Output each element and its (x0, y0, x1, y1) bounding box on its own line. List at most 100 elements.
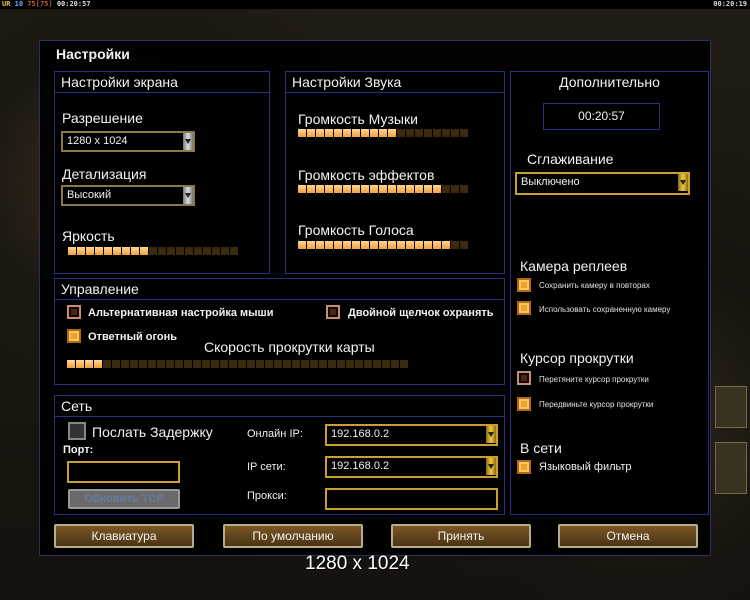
slider-segment[interactable] (400, 360, 408, 368)
slider-segment[interactable] (379, 185, 387, 193)
slider-segment[interactable] (121, 360, 129, 368)
slider-segment[interactable] (211, 360, 219, 368)
slider-segment[interactable] (139, 360, 147, 368)
slider-segment[interactable] (334, 241, 342, 249)
slider-segment[interactable] (388, 129, 396, 137)
slider-segment[interactable] (433, 185, 441, 193)
double-click-checkbox[interactable] (326, 305, 340, 319)
slider-segment[interactable] (86, 247, 94, 255)
slider-segment[interactable] (203, 247, 211, 255)
slider-segment[interactable] (325, 129, 333, 137)
slider-segment[interactable] (442, 185, 450, 193)
replay-use-checkbox[interactable] (517, 301, 531, 315)
music-volume-slider[interactable] (298, 129, 468, 137)
side-compass-icon[interactable] (715, 386, 747, 428)
slider-segment[interactable] (307, 129, 315, 137)
slider-segment[interactable] (104, 247, 112, 255)
slider-segment[interactable] (130, 360, 138, 368)
slider-segment[interactable] (112, 360, 120, 368)
slider-segment[interactable] (406, 241, 414, 249)
slider-segment[interactable] (184, 360, 192, 368)
detail-dropdown[interactable]: Высокий (61, 185, 195, 206)
alt-mouse-checkbox[interactable] (67, 305, 81, 319)
slider-segment[interactable] (373, 360, 381, 368)
slider-segment[interactable] (77, 247, 85, 255)
slider-segment[interactable] (364, 360, 372, 368)
slider-segment[interactable] (433, 129, 441, 137)
slider-segment[interactable] (415, 185, 423, 193)
keyboard-button[interactable]: Клавиатура (54, 524, 194, 548)
slider-segment[interactable] (460, 129, 468, 137)
slider-segment[interactable] (433, 241, 441, 249)
slider-segment[interactable] (298, 185, 306, 193)
slider-segment[interactable] (388, 241, 396, 249)
slider-segment[interactable] (68, 247, 76, 255)
slider-segment[interactable] (67, 360, 75, 368)
slider-segment[interactable] (388, 185, 396, 193)
slider-segment[interactable] (316, 185, 324, 193)
slider-segment[interactable] (361, 129, 369, 137)
slider-segment[interactable] (148, 360, 156, 368)
slider-segment[interactable] (352, 129, 360, 137)
slider-segment[interactable] (379, 241, 387, 249)
slider-segment[interactable] (113, 247, 121, 255)
online-ip-dropdown[interactable]: 192.168.0.2 (325, 424, 498, 446)
lan-ip-dropdown[interactable]: 192.168.0.2 (325, 456, 498, 478)
slider-segment[interactable] (256, 360, 264, 368)
slider-segment[interactable] (451, 241, 459, 249)
slider-segment[interactable] (283, 360, 291, 368)
slider-segment[interactable] (397, 185, 405, 193)
antialiasing-dropdown[interactable]: Выключено (515, 172, 690, 195)
slider-segment[interactable] (370, 185, 378, 193)
slider-segment[interactable] (131, 247, 139, 255)
slider-segment[interactable] (212, 247, 220, 255)
slider-segment[interactable] (175, 360, 183, 368)
slider-segment[interactable] (442, 129, 450, 137)
slider-segment[interactable] (325, 185, 333, 193)
slider-segment[interactable] (397, 241, 405, 249)
slider-segment[interactable] (76, 360, 84, 368)
slider-segment[interactable] (415, 129, 423, 137)
slider-segment[interactable] (328, 360, 336, 368)
port-input[interactable] (67, 461, 180, 483)
side-scroll-arrows-icon[interactable] (715, 442, 747, 494)
slider-segment[interactable] (352, 185, 360, 193)
slider-segment[interactable] (442, 241, 450, 249)
slider-segment[interactable] (346, 360, 354, 368)
slider-segment[interactable] (298, 241, 306, 249)
slider-segment[interactable] (265, 360, 273, 368)
slider-segment[interactable] (176, 247, 184, 255)
slider-segment[interactable] (382, 360, 390, 368)
slider-segment[interactable] (166, 360, 174, 368)
slider-segment[interactable] (370, 129, 378, 137)
slider-segment[interactable] (460, 185, 468, 193)
slider-segment[interactable] (95, 247, 103, 255)
resolution-dropdown[interactable]: 1280 x 1024 (61, 131, 195, 152)
slider-segment[interactable] (319, 360, 327, 368)
slider-segment[interactable] (451, 129, 459, 137)
slider-segment[interactable] (140, 247, 148, 255)
slider-segment[interactable] (343, 129, 351, 137)
slider-segment[interactable] (391, 360, 399, 368)
slider-segment[interactable] (316, 241, 324, 249)
slider-segment[interactable] (397, 129, 405, 137)
proxy-input[interactable] (325, 488, 498, 510)
cursor-move-checkbox[interactable] (517, 397, 531, 411)
slider-segment[interactable] (230, 247, 238, 255)
slider-segment[interactable] (292, 360, 300, 368)
slider-segment[interactable] (460, 241, 468, 249)
slider-segment[interactable] (343, 185, 351, 193)
slider-segment[interactable] (316, 129, 324, 137)
cursor-drag-checkbox[interactable] (517, 371, 531, 385)
slider-segment[interactable] (193, 360, 201, 368)
language-filter-checkbox[interactable] (517, 460, 531, 474)
slider-segment[interactable] (352, 241, 360, 249)
slider-segment[interactable] (85, 360, 93, 368)
slider-segment[interactable] (361, 185, 369, 193)
brightness-slider[interactable] (68, 247, 238, 255)
slider-segment[interactable] (301, 360, 309, 368)
effects-volume-slider[interactable] (298, 185, 468, 193)
return-fire-checkbox[interactable] (67, 329, 81, 343)
cancel-button[interactable]: Отмена (558, 524, 698, 548)
slider-segment[interactable] (238, 360, 246, 368)
